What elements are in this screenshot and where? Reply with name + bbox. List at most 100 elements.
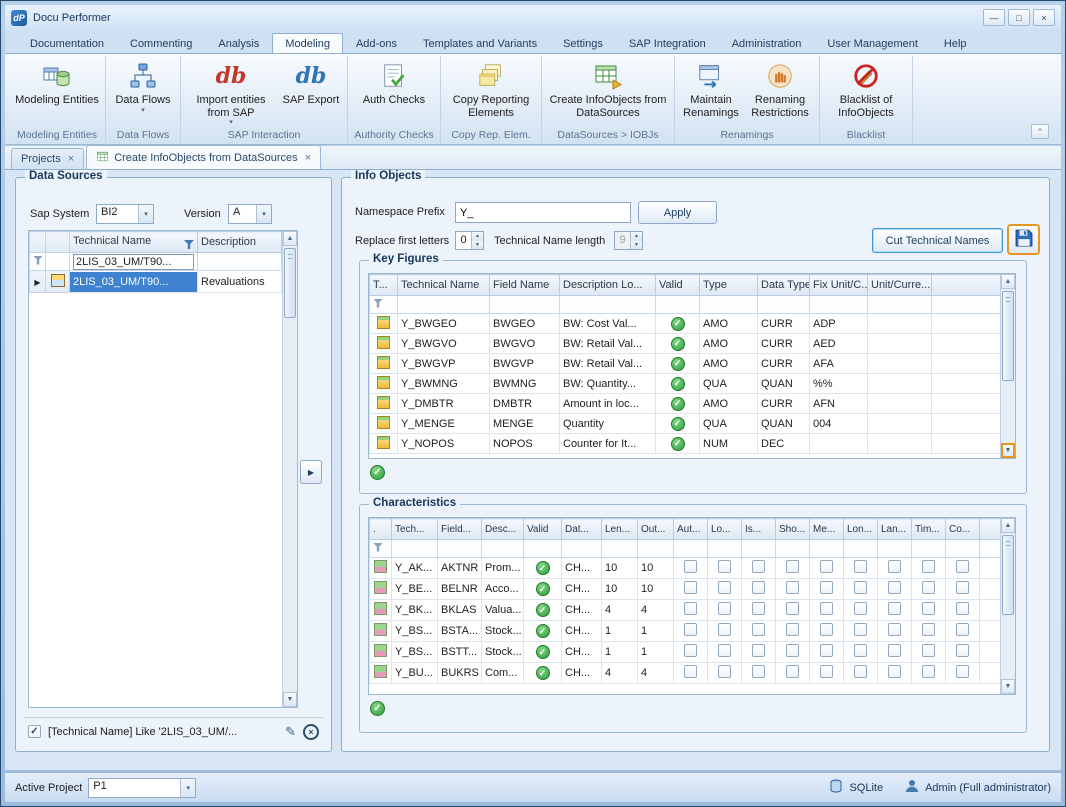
filter-enabled-checkbox[interactable]: ✓ — [28, 725, 41, 738]
namespace-prefix-input[interactable] — [455, 202, 631, 223]
scrollbar-thumb[interactable] — [1002, 535, 1014, 615]
column-header[interactable]: Co... — [946, 519, 980, 540]
stepper-down-icon[interactable]: ▼ — [472, 241, 483, 250]
is-checkbox[interactable] — [752, 560, 765, 573]
technical-name-filter-cell[interactable]: 2LIS_03_UM/T90... — [70, 253, 198, 271]
column-header[interactable]: Desc... — [482, 519, 524, 540]
collapse-ribbon-button[interactable]: ^ — [1031, 124, 1049, 139]
datasources-scrollbar[interactable]: ▲ ▼ — [282, 231, 297, 707]
key-figure-row[interactable]: Y_BWGVO BWGVO BW: Retail Val... ✓ AMO CU… — [370, 334, 1001, 354]
characteristic-row[interactable]: Y_BU... BUKRS Com... ✓ CH... 4 4 — [370, 663, 1001, 684]
column-header[interactable]: Lon... — [844, 519, 878, 540]
sho-checkbox[interactable] — [786, 581, 799, 594]
key-figure-row[interactable]: Y_BWGEO BWGEO BW: Cost Val... ✓ AMO CURR… — [370, 314, 1001, 334]
me-checkbox[interactable] — [820, 581, 833, 594]
blacklist-infoobjects-button[interactable]: Blacklist of InfoObjects — [823, 57, 909, 129]
ribbon-tab[interactable]: Templates and Variants — [410, 33, 550, 53]
lan-checkbox[interactable] — [888, 602, 901, 615]
scroll-up-icon[interactable]: ▲ — [1001, 274, 1015, 289]
ribbon-tab[interactable]: Administration — [719, 33, 815, 53]
column-header[interactable]: Fix Unit/C... — [810, 275, 868, 296]
column-header[interactable]: Out... — [638, 519, 674, 540]
sho-checkbox[interactable] — [786, 602, 799, 615]
maximize-button[interactable]: □ — [1008, 9, 1030, 26]
lo-checkbox[interactable] — [718, 560, 731, 573]
sho-checkbox[interactable] — [786, 623, 799, 636]
ribbon-tab[interactable]: Add-ons — [343, 33, 410, 53]
co-checkbox[interactable] — [956, 644, 969, 657]
column-header[interactable]: Len... — [602, 519, 638, 540]
me-checkbox[interactable] — [820, 623, 833, 636]
lan-checkbox[interactable] — [888, 644, 901, 657]
transfer-selection-button[interactable]: ▶ — [300, 460, 322, 484]
is-checkbox[interactable] — [752, 644, 765, 657]
save-button[interactable] — [1007, 224, 1040, 255]
apply-button[interactable]: Apply — [638, 201, 717, 224]
ribbon-tab[interactable]: Modeling — [272, 33, 343, 53]
ribbon-tab[interactable]: Help — [931, 33, 980, 53]
lon-checkbox[interactable] — [854, 560, 867, 573]
tim-checkbox[interactable] — [922, 665, 935, 678]
lan-checkbox[interactable] — [888, 623, 901, 636]
column-header[interactable]: Lan... — [878, 519, 912, 540]
sho-checkbox[interactable] — [786, 665, 799, 678]
auth-checkbox[interactable] — [684, 644, 697, 657]
is-checkbox[interactable] — [752, 581, 765, 594]
tim-checkbox[interactable] — [922, 644, 935, 657]
column-header[interactable]: . — [370, 519, 392, 540]
me-checkbox[interactable] — [820, 665, 833, 678]
column-header[interactable]: Lo... — [708, 519, 742, 540]
scroll-down-icon[interactable]: ▼ — [1001, 443, 1015, 458]
column-header[interactable]: Sho... — [776, 519, 810, 540]
ribbon-tab[interactable]: SAP Integration — [616, 33, 719, 53]
characteristics-scrollbar[interactable]: ▲ ▼ — [1000, 518, 1015, 694]
auth-checkbox[interactable] — [684, 602, 697, 615]
create-infoobjects-button[interactable]: Create InfoObjects from DataSources — [545, 57, 671, 129]
key-figure-row[interactable]: Y_BWGVP BWGVP BW: Retail Val... ✓ AMO CU… — [370, 354, 1001, 374]
me-checkbox[interactable] — [820, 644, 833, 657]
tim-checkbox[interactable] — [922, 623, 935, 636]
lon-checkbox[interactable] — [854, 644, 867, 657]
close-tab-icon[interactable]: × — [68, 153, 74, 165]
column-header[interactable]: Unit/Curre... — [868, 275, 932, 296]
datasource-row[interactable]: ▶ 2LIS_03_UM/T90... Revaluations — [30, 271, 282, 293]
scroll-up-icon[interactable]: ▲ — [283, 231, 297, 246]
active-filter-funnel-icon[interactable] — [184, 240, 194, 249]
tab-create-infoobjects[interactable]: Create InfoObjects from DataSources × — [86, 145, 321, 169]
co-checkbox[interactable] — [956, 581, 969, 594]
ribbon-tab[interactable]: Settings — [550, 33, 616, 53]
data-flows-button[interactable]: Data Flows ▾ — [109, 57, 177, 129]
lo-checkbox[interactable] — [718, 665, 731, 678]
auth-checkbox[interactable] — [684, 623, 697, 636]
lan-checkbox[interactable] — [888, 581, 901, 594]
ribbon-tab[interactable]: Commenting — [117, 33, 205, 53]
is-checkbox[interactable] — [752, 602, 765, 615]
tab-projects[interactable]: Projects × — [11, 148, 84, 169]
is-checkbox[interactable] — [752, 623, 765, 636]
replace-first-letters-stepper[interactable]: 0 ▲▼ — [455, 231, 484, 250]
column-header[interactable]: Valid — [656, 275, 700, 296]
column-header[interactable]: Tech... — [392, 519, 438, 540]
chevron-down-icon[interactable]: ▾ — [180, 779, 195, 797]
chevron-down-icon[interactable]: ▾ — [256, 205, 271, 223]
import-entities-button[interactable]: db Import entities from SAP ▾ — [184, 57, 278, 129]
co-checkbox[interactable] — [956, 560, 969, 573]
sho-checkbox[interactable] — [786, 644, 799, 657]
characteristic-row[interactable]: Y_BK... BKLAS Valua... ✓ CH... 4 4 — [370, 600, 1001, 621]
key-figure-row[interactable]: Y_DMBTR DMBTR Amount in loc... ✓ AMO CUR… — [370, 394, 1001, 414]
auth-checkbox[interactable] — [684, 560, 697, 573]
lo-checkbox[interactable] — [718, 623, 731, 636]
me-checkbox[interactable] — [820, 560, 833, 573]
characteristic-row[interactable]: Y_BS... BSTT... Stock... ✓ CH... 1 1 — [370, 642, 1001, 663]
column-header[interactable]: Me... — [810, 519, 844, 540]
renaming-restrictions-button[interactable]: Renaming Restrictions — [744, 57, 816, 129]
me-checkbox[interactable] — [820, 602, 833, 615]
lon-checkbox[interactable] — [854, 602, 867, 615]
sap-system-combo[interactable]: BI2 ▾ — [96, 204, 154, 224]
ribbon-tab[interactable]: Documentation — [17, 33, 117, 53]
modeling-entities-button[interactable]: Modeling Entities — [12, 57, 102, 129]
key-figure-row[interactable]: Y_MENGE MENGE Quantity ✓ QUA QUAN 004 — [370, 414, 1001, 434]
co-checkbox[interactable] — [956, 665, 969, 678]
key-figure-row[interactable]: Y_BWMNG BWMNG BW: Quantity... ✓ QUA QUAN… — [370, 374, 1001, 394]
close-tab-icon[interactable]: × — [305, 152, 311, 164]
